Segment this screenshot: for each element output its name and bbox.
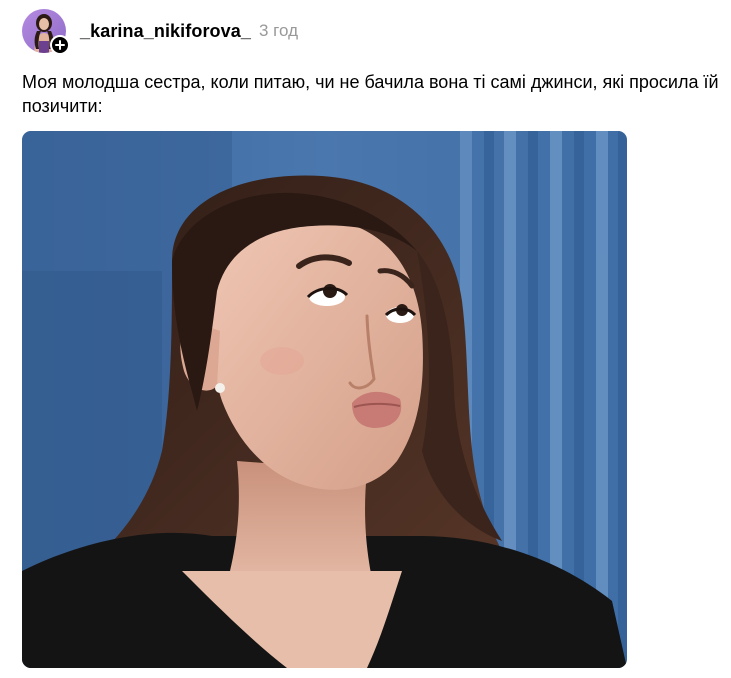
author-username[interactable]: _karina_nikiforova_ xyxy=(80,21,251,42)
post-image[interactable] xyxy=(22,131,627,668)
post-header: _karina_nikiforova_ 3 год xyxy=(22,8,298,55)
post-timestamp: 3 год xyxy=(258,21,298,40)
follow-button[interactable] xyxy=(50,35,70,55)
author-avatar-button[interactable] xyxy=(22,9,70,55)
plus-icon xyxy=(55,40,65,50)
meme-photo xyxy=(22,131,627,668)
post-caption: Моя молодша сестра, коли питаю, чи не ба… xyxy=(22,72,719,116)
post-card: _karina_nikiforova_ 3 год Моя молодша се… xyxy=(0,0,731,678)
